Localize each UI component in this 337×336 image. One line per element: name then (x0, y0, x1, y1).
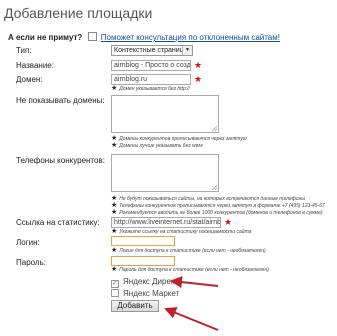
annotation-arrows (164, 276, 219, 331)
arrow-to-yandex-direct (170, 276, 219, 289)
arrow-to-add-button (164, 307, 219, 331)
